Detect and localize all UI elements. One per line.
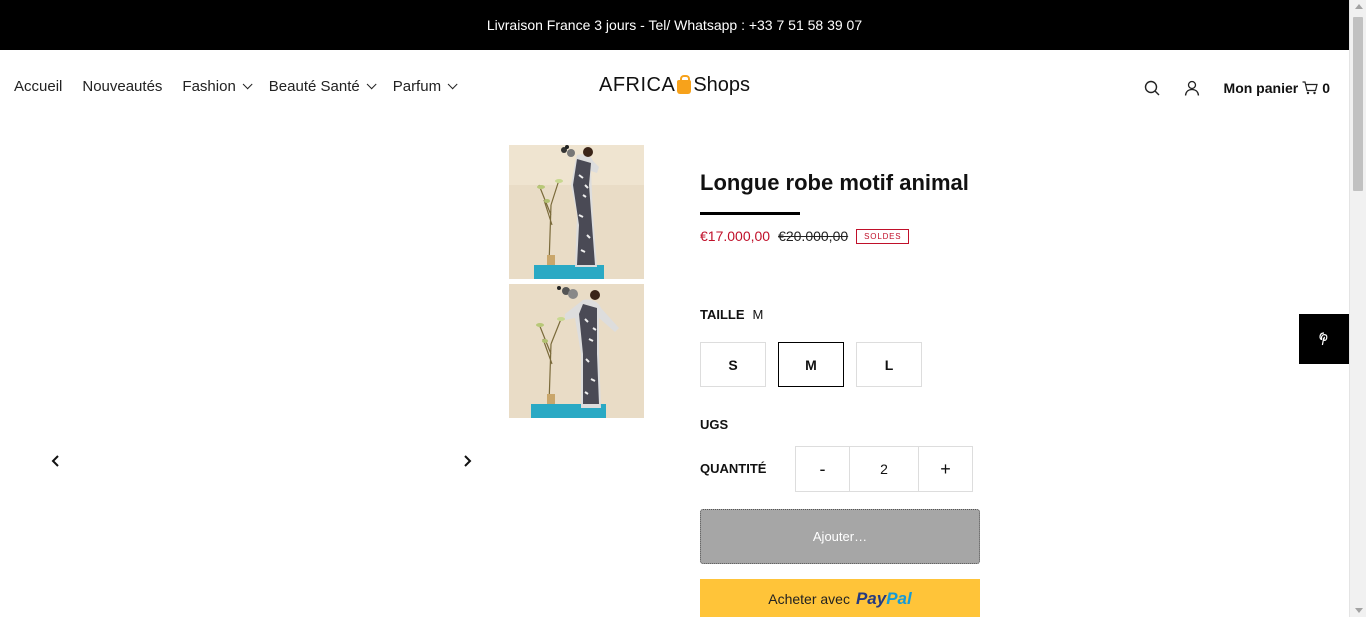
product-thumbnail-2[interactable] — [509, 284, 644, 418]
nav-item-parfum[interactable]: Parfum — [392, 78, 458, 95]
sale-badge: SOLDES — [856, 228, 910, 244]
sku-label: UGS — [700, 417, 729, 432]
add-to-cart-button[interactable]: Ajouter… — [700, 509, 980, 564]
gallery-next-button[interactable] — [458, 452, 476, 470]
nav-item-label: Nouveautés — [82, 78, 163, 95]
main-menu: Accueil Nouveautés Fashion Beauté Santé … — [14, 78, 458, 95]
cart-label: Mon panier — [1223, 80, 1299, 96]
chevron-right-icon — [464, 455, 472, 467]
nav-item-label: Fashion — [182, 78, 236, 95]
header-nav: Accueil Nouveautés Fashion Beauté Santé … — [0, 50, 1349, 125]
cart-count: 0 — [1322, 80, 1330, 96]
site-logo[interactable]: AFRICA Shops — [599, 74, 750, 97]
chevron-down-icon — [242, 79, 253, 90]
product-title: Longue robe motif animal — [700, 170, 969, 195]
price-row: €17.000,00 €20.000,00 SOLDES — [700, 228, 910, 244]
logo-text-right: Shops — [693, 74, 751, 96]
quantity-decrease-button[interactable]: - — [796, 447, 849, 491]
nav-item-fashion[interactable]: Fashion — [182, 78, 253, 95]
shopping-bag-icon — [677, 74, 692, 94]
original-price: €20.000,00 — [778, 228, 849, 244]
nav-item-label: Parfum — [392, 78, 442, 95]
paypal-button[interactable]: Acheter avec PayPal — [700, 579, 980, 617]
quantity-input[interactable]: 2 — [849, 447, 919, 491]
page-scrollbar[interactable] — [1349, 0, 1366, 617]
size-option-m[interactable]: M — [778, 342, 844, 387]
nav-item-nouveautes[interactable]: Nouveautés — [82, 78, 162, 95]
chevron-down-icon — [366, 79, 377, 90]
chevron-left-icon — [51, 455, 59, 467]
scroll-down-icon[interactable] — [1355, 608, 1363, 613]
size-options: S M L — [700, 342, 922, 387]
nav-item-label: Accueil — [14, 78, 63, 95]
account-icon[interactable] — [1182, 78, 1202, 98]
paypal-logo-part-2: Pal — [886, 589, 912, 608]
size-option-l[interactable]: L — [856, 342, 922, 387]
paypal-logo-part-1: Pay — [855, 589, 887, 608]
header-actions: Mon panier 0 — [1142, 78, 1330, 98]
scrollbar-thumb[interactable] — [1353, 17, 1363, 191]
pinterest-share-button[interactable] — [1299, 314, 1349, 364]
size-selected-value: M — [752, 307, 764, 322]
quantity-label: QUANTITÉ — [700, 461, 767, 476]
paypal-prefix: Acheter avec — [768, 591, 850, 607]
cart-button[interactable]: Mon panier 0 — [1224, 80, 1330, 96]
sale-price: €17.000,00 — [700, 228, 771, 244]
logo-text-left: AFRICA — [599, 74, 676, 96]
nav-item-beaute-sante[interactable]: Beauté Santé — [268, 78, 377, 95]
announcement-text: Livraison France 3 jours - Tel/ Whatsapp… — [486, 17, 863, 33]
size-option-s[interactable]: S — [700, 342, 766, 387]
nav-item-label: Beauté Santé — [268, 78, 360, 95]
nav-item-accueil[interactable]: Accueil — [14, 78, 62, 95]
gallery-prev-button[interactable] — [47, 452, 65, 470]
chevron-down-icon — [447, 79, 458, 90]
pinterest-icon — [1319, 332, 1328, 346]
paypal-logo: PayPal — [856, 589, 912, 609]
quantity-increase-button[interactable]: + — [919, 447, 972, 491]
announcement-bar: Livraison France 3 jours - Tel/ Whatsapp… — [0, 0, 1349, 50]
cart-icon — [1302, 81, 1318, 95]
title-divider — [700, 212, 800, 215]
scroll-up-icon[interactable] — [1355, 4, 1363, 9]
search-icon[interactable] — [1142, 78, 1162, 98]
quantity-stepper: - 2 + — [795, 446, 973, 492]
size-label: TAILLE M — [700, 307, 763, 322]
size-label-text: TAILLE — [700, 307, 745, 322]
product-thumbnail-1[interactable] — [509, 145, 644, 279]
